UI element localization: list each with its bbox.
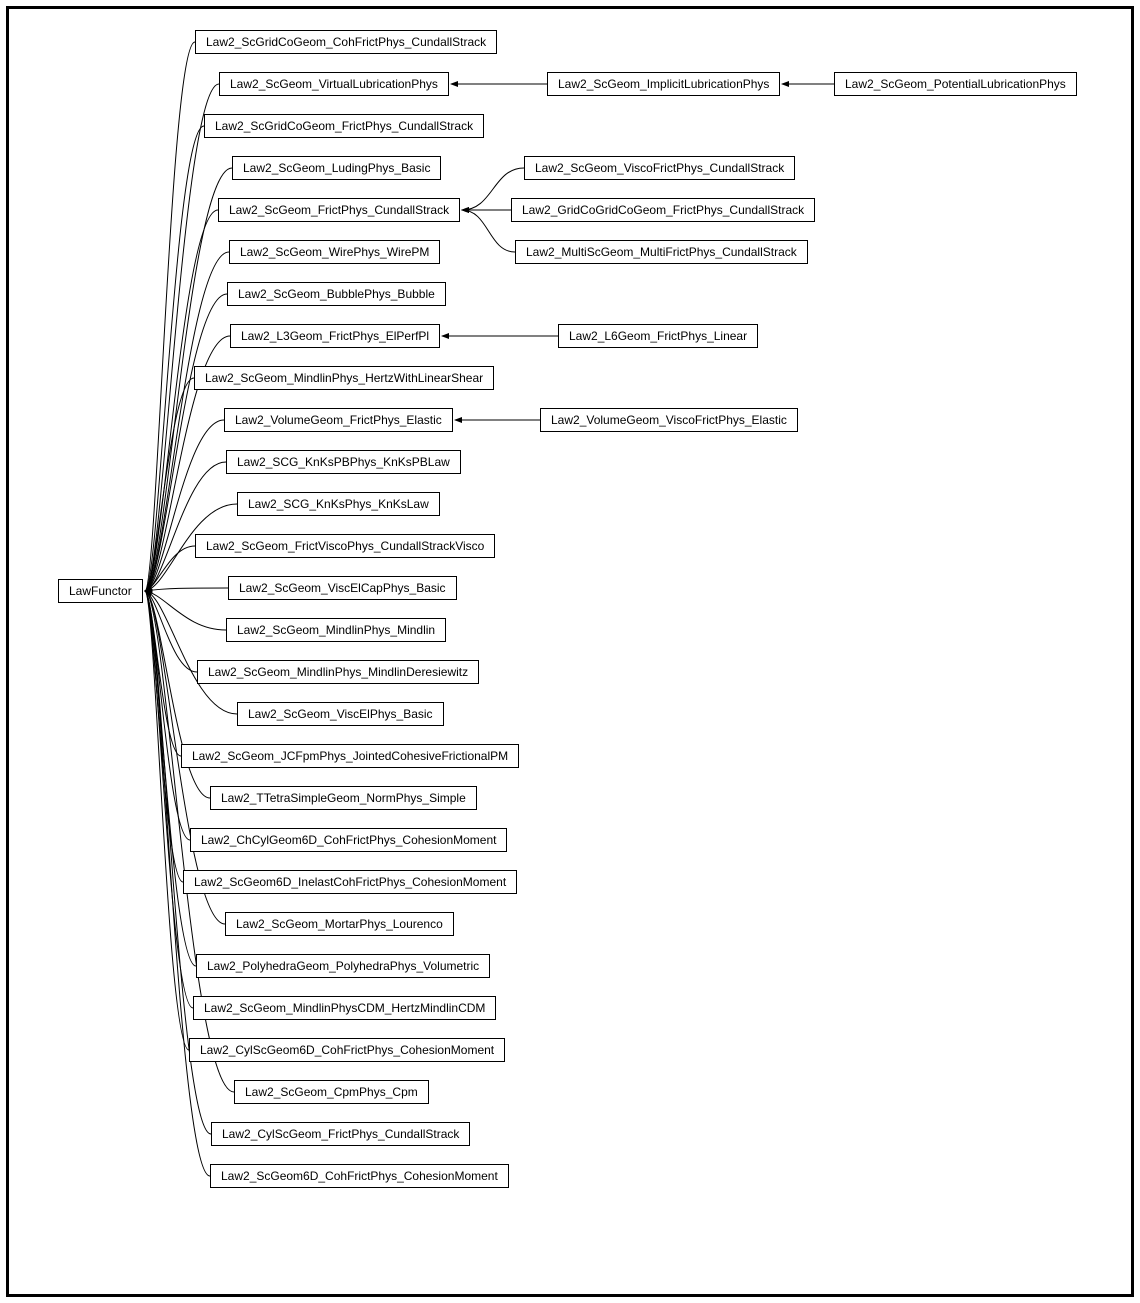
node-n27[interactable]: Law2_ScGeom6D_InelastCohFrictPhys_Cohesi… — [183, 870, 517, 894]
node-n29[interactable]: Law2_PolyhedraGeom_PolyhedraPhys_Volumet… — [196, 954, 490, 978]
node-n33[interactable]: Law2_CylScGeom_FrictPhys_CundallStrack — [211, 1122, 470, 1146]
node-n32[interactable]: Law2_ScGeom_CpmPhys_Cpm — [234, 1080, 429, 1104]
node-n26[interactable]: Law2_ChCylGeom6D_CohFrictPhys_CohesionMo… — [190, 828, 507, 852]
node-n25[interactable]: Law2_TTetraSimpleGeom_NormPhys_Simple — [210, 786, 477, 810]
node-n6[interactable]: Law2_ScGeom_ViscoFrictPhys_CundallStrack — [524, 156, 795, 180]
node-n30[interactable]: Law2_ScGeom_MindlinPhysCDM_HertzMindlinC… — [193, 996, 496, 1020]
node-n31[interactable]: Law2_CylScGeom6D_CohFrictPhys_CohesionMo… — [189, 1038, 505, 1062]
node-n2[interactable]: Law2_ScGeom_ImplicitLubricationPhys — [547, 72, 780, 96]
node-n16[interactable]: Law2_VolumeGeom_ViscoFrictPhys_Elastic — [540, 408, 798, 432]
node-n12[interactable]: Law2_L3Geom_FrictPhys_ElPerfPl — [230, 324, 440, 348]
node-n18[interactable]: Law2_SCG_KnKsPhys_KnKsLaw — [237, 492, 440, 516]
node-n22[interactable]: Law2_ScGeom_MindlinPhys_MindlinDeresiewi… — [197, 660, 479, 684]
node-n9[interactable]: Law2_ScGeom_WirePhys_WirePM — [229, 240, 440, 264]
node-n14[interactable]: Law2_ScGeom_MindlinPhys_HertzWithLinearS… — [194, 366, 494, 390]
node-n23[interactable]: Law2_ScGeom_ViscElPhys_Basic — [237, 702, 444, 726]
node-n15[interactable]: Law2_VolumeGeom_FrictPhys_Elastic — [224, 408, 453, 432]
node-n4[interactable]: Law2_ScGridCoGeom_FrictPhys_CundallStrac… — [204, 114, 484, 138]
node-n28[interactable]: Law2_ScGeom_MortarPhys_Lourenco — [225, 912, 454, 936]
node-n24[interactable]: Law2_ScGeom_JCFpmPhys_JointedCohesiveFri… — [181, 744, 519, 768]
node-lawfunctor[interactable]: LawFunctor — [58, 579, 143, 603]
node-n0[interactable]: Law2_ScGridCoGeom_CohFrictPhys_CundallSt… — [195, 30, 497, 54]
node-n17[interactable]: Law2_SCG_KnKsPBPhys_KnKsPBLaw — [226, 450, 461, 474]
node-n34[interactable]: Law2_ScGeom6D_CohFrictPhys_CohesionMomen… — [210, 1164, 509, 1188]
node-n7[interactable]: Law2_ScGeom_FrictPhys_CundallStrack — [218, 198, 460, 222]
node-n11[interactable]: Law2_ScGeom_BubblePhys_Bubble — [227, 282, 446, 306]
node-n21[interactable]: Law2_ScGeom_MindlinPhys_Mindlin — [226, 618, 446, 642]
node-n10[interactable]: Law2_MultiScGeom_MultiFrictPhys_CundallS… — [515, 240, 808, 264]
node-n1[interactable]: Law2_ScGeom_VirtualLubricationPhys — [219, 72, 449, 96]
node-n20[interactable]: Law2_ScGeom_ViscElCapPhys_Basic — [228, 576, 457, 600]
node-n13[interactable]: Law2_L6Geom_FrictPhys_Linear — [558, 324, 758, 348]
node-n19[interactable]: Law2_ScGeom_FrictViscoPhys_CundallStrack… — [195, 534, 495, 558]
node-n8[interactable]: Law2_GridCoGridCoGeom_FrictPhys_CundallS… — [511, 198, 815, 222]
node-n3[interactable]: Law2_ScGeom_PotentialLubricationPhys — [834, 72, 1077, 96]
node-n5[interactable]: Law2_ScGeom_LudingPhys_Basic — [232, 156, 441, 180]
